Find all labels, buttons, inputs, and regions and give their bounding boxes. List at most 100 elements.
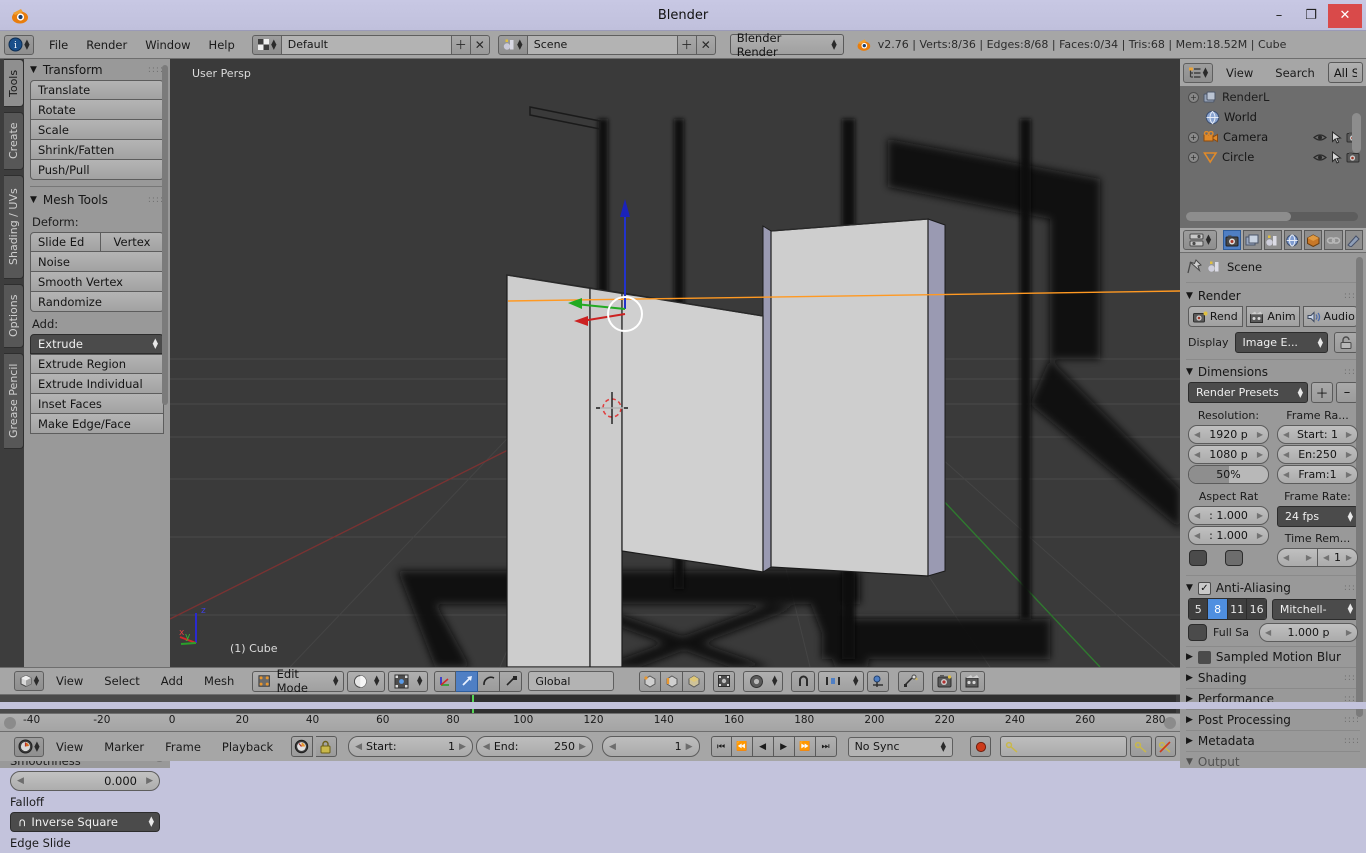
scene-name[interactable]: Scene <box>527 34 678 55</box>
outliner-editor-type-selector[interactable]: ▲ ▼ <box>1183 62 1213 83</box>
render-presets-selector[interactable]: Render Presets ▲ ▼ <box>1188 382 1308 403</box>
render-audio-button[interactable]: Audio <box>1303 306 1359 327</box>
resolution-percent-slider[interactable]: 50% <box>1188 465 1269 484</box>
time-remap-new-field[interactable]: ◀ 1 ▶ <box>1318 548 1358 567</box>
sidebar-item-tools[interactable]: Tools <box>4 59 24 107</box>
timeline-menu-marker[interactable]: Marker <box>95 737 153 757</box>
chevron-right-icon[interactable]: ▶ <box>1346 553 1352 562</box>
tab-constraints[interactable] <box>1324 230 1343 250</box>
menu-render[interactable]: Render <box>77 35 136 55</box>
snap-target-icon[interactable] <box>867 670 890 692</box>
chevron-left-icon[interactable]: ◀ <box>609 742 616 752</box>
chevron-right-icon[interactable]: ▶ <box>1346 628 1352 637</box>
eye-icon[interactable] <box>1313 132 1327 143</box>
proportional-edit-selector[interactable]: ▲ ▼ <box>743 670 784 692</box>
tool-make-edge-face-button[interactable]: Make Edge/Face <box>30 414 164 434</box>
aa-sample-11[interactable]: 11 <box>1227 599 1248 619</box>
aspect-x-field[interactable]: ◀ : 1.000 ▶ <box>1188 506 1269 525</box>
frame-end-field[interactable]: ◀ End: 250 ▶ <box>475 736 593 757</box>
outliner-horizontal-scrollbar[interactable] <box>1186 212 1291 221</box>
aa-sample-5[interactable]: 5 <box>1189 599 1209 619</box>
screen-layout-selector[interactable]: ▲ ▼ <box>251 34 282 55</box>
aspect-y-field[interactable]: ◀ : 1.000 ▶ <box>1188 526 1269 545</box>
timeline-menu-frame[interactable]: Frame <box>156 737 210 757</box>
minimize-button[interactable]: – <box>1264 4 1294 28</box>
chevron-left-icon[interactable]: ◀ <box>355 742 362 752</box>
outliner-menu-view[interactable]: View <box>1217 63 1262 83</box>
chevron-left-icon[interactable]: ◀ <box>1283 430 1289 439</box>
transform-orientation-selector[interactable]: Global <box>528 671 615 691</box>
tab-world[interactable] <box>1283 230 1303 250</box>
close-button[interactable]: ✕ <box>1328 3 1362 28</box>
chevron-right-icon[interactable]: ▶ <box>1346 450 1352 459</box>
snap-element-selector[interactable]: ▲ ▼ <box>818 670 865 692</box>
sidebar-item-create[interactable]: Create <box>4 112 24 170</box>
tab-render[interactable] <box>1223 230 1242 250</box>
aa-sample-16[interactable]: 16 <box>1247 599 1266 619</box>
add-preset-button[interactable]: ＋ <box>1311 382 1333 403</box>
sidebar-item-shading-uvs[interactable]: Shading / UVs <box>4 175 24 279</box>
viewport-shading-selector[interactable]: ▲ ▼ <box>347 670 386 692</box>
jump-to-end-icon[interactable]: ⏭ <box>815 736 837 757</box>
edge-select-icon[interactable] <box>661 670 684 692</box>
tool-slide-edge-button[interactable]: Slide Ed <box>30 232 101 252</box>
panel-header-metadata[interactable]: ▶ Metadata :::: <box>1180 731 1366 751</box>
panel-header-output[interactable]: ▼ Output <box>1180 752 1366 768</box>
record-icon[interactable] <box>969 736 992 757</box>
chevron-left-icon[interactable]: ◀ <box>1283 553 1289 562</box>
play-icon[interactable]: ▶ <box>773 736 795 757</box>
delete-scene-button[interactable]: ✕ <box>696 34 716 55</box>
tool-shelf-scrollbar[interactable] <box>162 65 168 405</box>
chevron-left-icon[interactable]: ◀ <box>1194 531 1200 540</box>
panel-header-shading[interactable]: ▶ Shading :::: <box>1180 668 1366 688</box>
pivot-point-selector[interactable]: ▲ ▼ <box>388 670 429 692</box>
chevron-left-icon[interactable]: ◀ <box>1194 511 1200 520</box>
chevron-left-icon[interactable]: ◀ <box>1283 450 1289 459</box>
render-engine-selector[interactable]: Blender Render ▲ ▼ <box>729 31 844 59</box>
limit-selection-icon[interactable] <box>713 670 736 692</box>
pivot-center-icon[interactable]: * <box>898 670 925 692</box>
smoothness-field[interactable]: ◀ 0.000 ▶ <box>10 771 160 791</box>
tool-scale-button[interactable]: Scale <box>30 120 164 140</box>
outliner-row-renderlayers[interactable]: + RenderL <box>1180 87 1366 107</box>
outliner-display-mode-selector[interactable]: All Sc <box>1327 62 1363 83</box>
eye-icon[interactable] <box>1313 152 1327 163</box>
frame-end-prop-field[interactable]: ◀ En:250 ▶ <box>1277 445 1358 464</box>
sync-mode-selector[interactable]: No Sync ▲ ▼ <box>847 736 953 757</box>
aa-filter-selector[interactable]: Mitchell- ▲ ▼ <box>1271 598 1358 620</box>
tool-shrink-fatten-button[interactable]: Shrink/Fatten <box>30 140 164 160</box>
rotate-manipulator-icon[interactable] <box>478 670 501 692</box>
tab-modifiers[interactable] <box>1344 230 1363 250</box>
add-screen-layout-button[interactable]: ＋ <box>451 34 471 55</box>
panel-header-render[interactable]: ▼ Render :::: <box>1180 286 1366 306</box>
viewport-menu-add[interactable]: Add <box>152 671 192 691</box>
screen-layout-name[interactable]: Default <box>281 34 452 55</box>
scene-selector[interactable]: ▲ ▼ <box>497 34 528 55</box>
chevron-right-icon[interactable]: ▶ <box>1257 430 1263 439</box>
chevron-right-icon[interactable]: ▶ <box>579 742 586 752</box>
lock-icon[interactable] <box>315 736 338 757</box>
add-scene-button[interactable]: ＋ <box>677 34 697 55</box>
viewport-menu-view[interactable]: View <box>47 671 92 691</box>
viewport-menu-mesh[interactable]: Mesh <box>195 671 243 691</box>
chevron-right-icon[interactable]: ▶ <box>686 742 693 752</box>
panel-header-sampled-motion-blur[interactable]: ▶ Sampled Motion Blur <box>1180 647 1366 667</box>
vertex-select-icon[interactable] <box>639 670 662 692</box>
snap-magnet-icon[interactable] <box>791 670 816 692</box>
tool-extrude-individual-button[interactable]: Extrude Individual <box>30 374 164 394</box>
cursor-arrow-icon[interactable] <box>1331 150 1342 164</box>
aa-sample-8[interactable]: 8 <box>1208 599 1228 619</box>
panel-header-transform[interactable]: ▼ Transform :::: <box>24 59 170 80</box>
tool-translate-button[interactable]: Translate <box>30 80 164 100</box>
outliner-vertical-scrollbar[interactable] <box>1352 113 1361 153</box>
play-reverse-icon[interactable]: ◀ <box>752 736 774 757</box>
tool-smooth-vertex-button[interactable]: Smooth Vertex <box>30 272 164 292</box>
chevron-left-icon[interactable]: ◀ <box>483 742 490 752</box>
chevron-left-icon[interactable]: ◀ <box>1323 553 1329 562</box>
aa-filter-size-field[interactable]: ◀ 1.000 p ▶ <box>1259 623 1358 642</box>
sidebar-item-options[interactable]: Options <box>4 284 24 348</box>
timeline-ruler-strip[interactable]: -40 -20 0 20 40 60 80 100 120 140 160 180 200 220 240 2… <box>0 713 1180 731</box>
chevron-right-icon[interactable]: ▶ <box>1346 470 1352 479</box>
menu-file[interactable]: File <box>40 35 77 55</box>
keying-set-field[interactable] <box>1000 736 1128 757</box>
